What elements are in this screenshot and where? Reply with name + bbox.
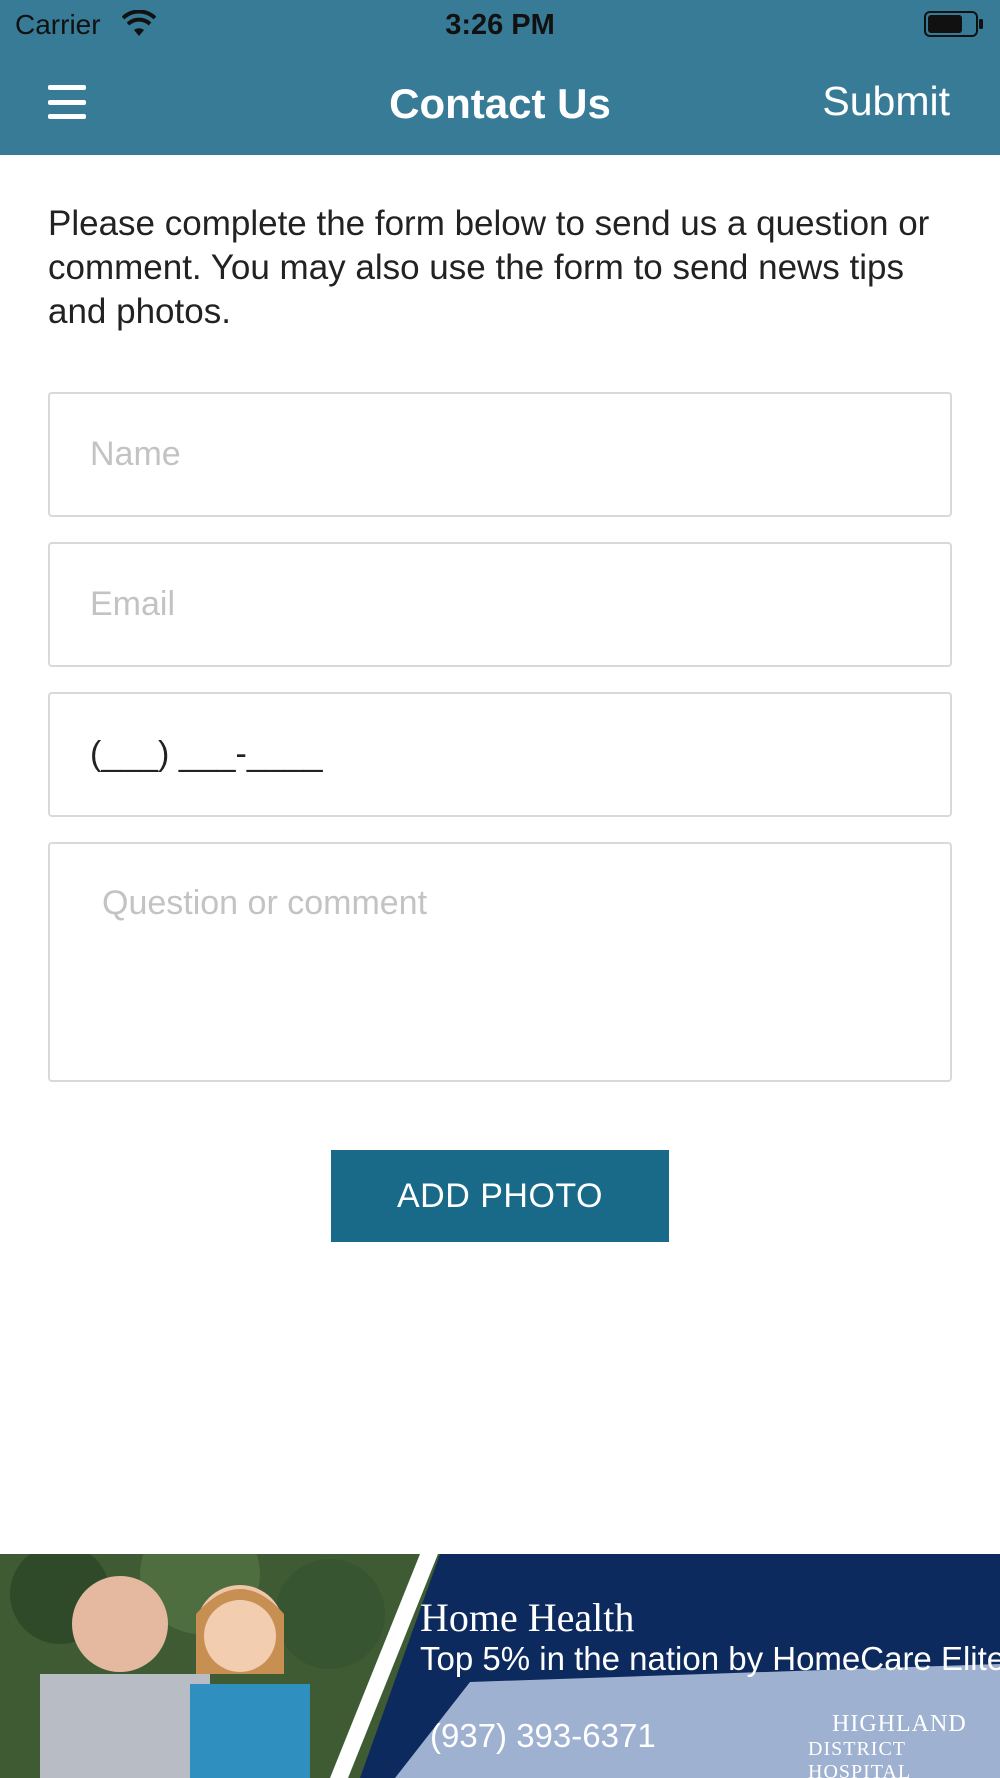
ad-tagline: Top 5% in the nation by HomeCare Elite: [420, 1640, 1000, 1677]
email-input[interactable]: [50, 544, 950, 665]
navigation-bar: Contact Us Submit: [0, 50, 1000, 155]
battery-icon: [924, 11, 983, 37]
name-field: [48, 392, 952, 517]
phone-field: [48, 692, 952, 817]
name-input[interactable]: [50, 394, 950, 515]
hospital-logo-line2: DISTRICT HOSPITAL: [808, 1738, 912, 1778]
ad-banner[interactable]: Home Health Top 5% in the nation by Home…: [0, 1554, 1000, 1778]
ad-headline: Home Health: [420, 1595, 635, 1640]
email-field: [48, 542, 952, 667]
status-bar: Carrier 3:26 PM: [0, 0, 1000, 50]
phone-input[interactable]: [50, 694, 950, 815]
comment-textarea[interactable]: [50, 844, 950, 1080]
submit-button[interactable]: Submit: [822, 78, 950, 125]
status-time: 3:26 PM: [445, 9, 555, 41]
add-photo-button[interactable]: ADD PHOTO: [331, 1150, 669, 1242]
comment-field: [48, 842, 952, 1082]
header: Carrier 3:26 PM Contact Us Submit: [0, 0, 1000, 155]
hospital-logo-line1: HIGHLAND: [832, 1711, 967, 1737]
ad-phone: (937) 393-6371: [430, 1717, 656, 1754]
intro-text: Please complete the form below to send u…: [48, 204, 930, 331]
